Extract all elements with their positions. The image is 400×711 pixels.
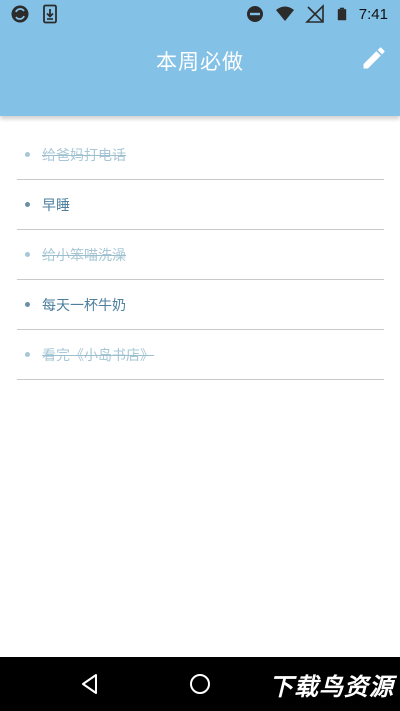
home-button[interactable] bbox=[189, 673, 211, 695]
app-bar: 本周必做 bbox=[0, 28, 400, 116]
battery-icon bbox=[337, 7, 346, 21]
todo-item[interactable]: 每天一杯牛奶 bbox=[17, 280, 384, 330]
todo-list: 给爸妈打电话 早睡 给小笨喵洗澡 每天一杯牛奶 看完《小岛书店》 bbox=[17, 130, 384, 380]
sync-icon bbox=[11, 5, 29, 23]
edit-button[interactable] bbox=[360, 44, 388, 72]
navigation-bar: 下载鸟资源 bbox=[0, 657, 400, 711]
do-not-disturb-icon bbox=[246, 6, 263, 22]
bullet-icon bbox=[25, 352, 30, 357]
back-triangle-icon bbox=[82, 674, 97, 694]
no-signal-icon bbox=[304, 4, 324, 23]
todo-text: 看完《小岛书店》 bbox=[42, 347, 154, 364]
todo-text: 每天一杯牛奶 bbox=[42, 297, 126, 314]
todo-item[interactable]: 给爸妈打电话 bbox=[17, 130, 384, 180]
todo-text: 给小笨喵洗澡 bbox=[42, 247, 126, 264]
bullet-icon bbox=[25, 152, 30, 157]
todo-text: 早睡 bbox=[42, 197, 70, 214]
todo-item[interactable]: 早睡 bbox=[17, 180, 384, 230]
screen: 7:41 本周必做 给爸妈打电话 早睡 给小笨喵洗澡 每天一杯牛奶 看完《小岛书… bbox=[0, 0, 400, 711]
bullet-icon bbox=[25, 302, 30, 307]
status-bar: 7:41 bbox=[0, 0, 400, 28]
bullet-icon bbox=[25, 252, 30, 257]
todo-item[interactable]: 给小笨喵洗澡 bbox=[17, 230, 384, 280]
status-time: 7:41 bbox=[358, 5, 388, 23]
watermark-text: 下载鸟资源 bbox=[269, 673, 394, 701]
todo-text: 给爸妈打电话 bbox=[42, 147, 126, 164]
download-icon bbox=[43, 4, 57, 24]
todo-item[interactable]: 看完《小岛书店》 bbox=[17, 330, 384, 380]
wifi-icon bbox=[275, 6, 294, 21]
back-button[interactable] bbox=[78, 672, 102, 696]
page-title: 本周必做 bbox=[156, 50, 244, 74]
bullet-icon bbox=[25, 202, 30, 207]
home-circle-icon bbox=[190, 674, 210, 694]
pencil-icon bbox=[363, 47, 385, 69]
